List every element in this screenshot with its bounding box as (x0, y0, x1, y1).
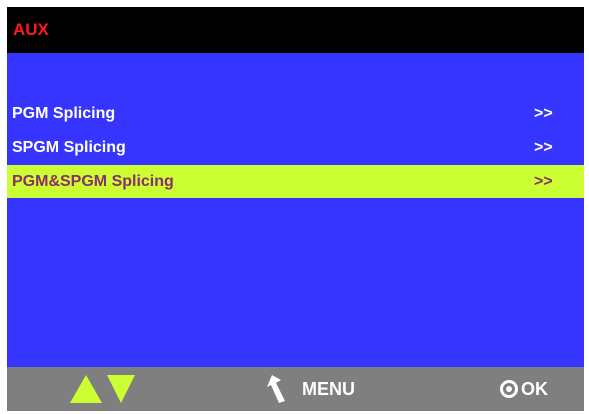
submenu-arrow: >> (534, 105, 553, 122)
menu-item-label: PGM&SPGM Splicing (12, 173, 174, 190)
menu-item-label: SPGM Splicing (12, 139, 126, 156)
title-bar: AUX (7, 7, 584, 53)
up-arrow-icon[interactable] (70, 375, 102, 408)
down-arrow-icon[interactable] (107, 375, 135, 408)
device-screen: AUX PGM Splicing >> SPGM Splicing >> PGM… (7, 7, 584, 411)
return-arrow-icon[interactable] (265, 374, 291, 409)
menu-button-label[interactable]: MENU (302, 379, 355, 399)
menu-item-pgm-spgm-splicing[interactable]: PGM&SPGM Splicing >> (7, 165, 584, 198)
footer-bar: MENU OK (7, 367, 584, 411)
submenu-arrow: >> (534, 139, 553, 156)
ok-button-label[interactable]: OK (521, 379, 548, 399)
menu-item-spgm-splicing[interactable]: SPGM Splicing >> (7, 131, 584, 164)
menu-item-pgm-splicing[interactable]: PGM Splicing >> (7, 97, 584, 130)
submenu-arrow: >> (534, 173, 553, 190)
menu-item-label: PGM Splicing (12, 105, 116, 122)
menu-panel: PGM Splicing >> SPGM Splicing >> PGM&SPG… (7, 53, 584, 367)
circle-dot-icon[interactable] (499, 379, 519, 404)
page-title: AUX (13, 20, 49, 39)
